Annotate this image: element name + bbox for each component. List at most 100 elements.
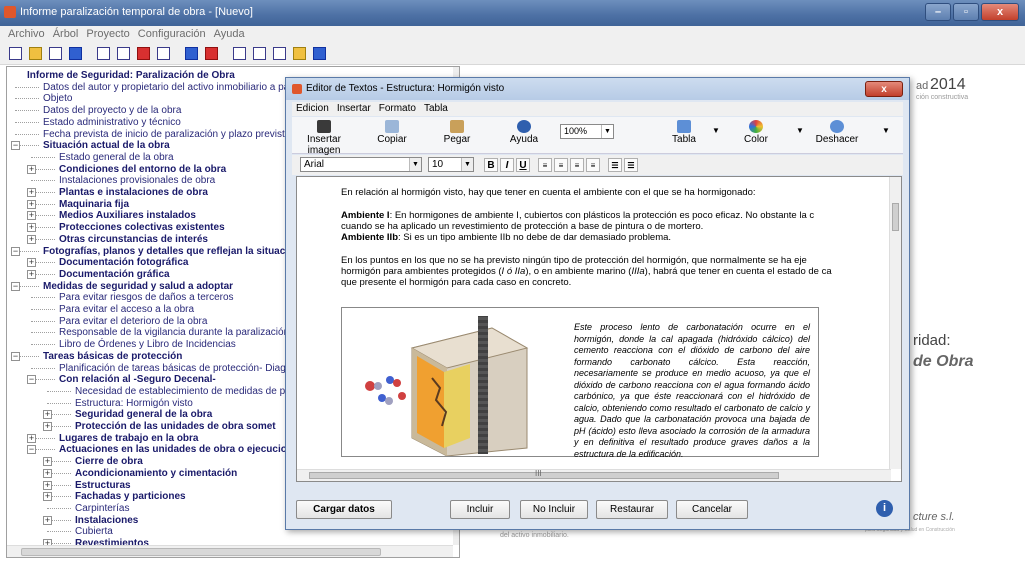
collapse-icon[interactable]: −	[11, 246, 20, 256]
new-icon[interactable]	[6, 45, 24, 63]
ambient-1-paragraph: Ambiente I: En hormigones de ambiente I,…	[341, 210, 886, 221]
collapse-icon[interactable]: −	[27, 375, 36, 385]
expand-icon[interactable]: +	[43, 492, 52, 502]
menu-edicion[interactable]: Edicion	[292, 102, 333, 116]
print-icon[interactable]	[94, 45, 112, 63]
font-size-dropdown-icon[interactable]: ▼	[461, 158, 473, 171]
save-icon[interactable]	[66, 45, 84, 63]
tree-horizontal-scrollbar[interactable]	[7, 545, 453, 557]
undo-dropdown-icon[interactable]: ▼	[882, 126, 890, 135]
numbered-list-icon[interactable]: ☰	[608, 158, 622, 172]
justify-icon[interactable]: ≡	[586, 158, 600, 172]
collapse-icon[interactable]: −	[11, 281, 20, 291]
copy-button[interactable]: Copiar	[372, 119, 412, 152]
expand-icon[interactable]: +	[27, 433, 36, 443]
expand-icon[interactable]: +	[27, 258, 36, 268]
color-dropdown-icon[interactable]: ▼	[796, 126, 804, 135]
help-button[interactable]: Ayuda	[504, 119, 544, 152]
minimize-button[interactable]: –	[925, 3, 951, 21]
menu-ayuda[interactable]: Ayuda	[210, 26, 249, 43]
editor-horizontal-scrollbar[interactable]: III	[297, 469, 891, 481]
expand-icon[interactable]: +	[43, 422, 52, 431]
expand-icon[interactable]: +	[43, 457, 52, 467]
main-title-bar[interactable]: Informe paralización temporal de obra - …	[0, 0, 1025, 26]
expand-icon[interactable]: +	[27, 188, 36, 197]
restore-button[interactable]: Restaurar	[596, 500, 668, 519]
info-icon[interactable]: i	[876, 500, 893, 517]
expand-icon[interactable]: +	[27, 211, 36, 221]
collapse-icon[interactable]: −	[27, 445, 36, 455]
find-icon[interactable]	[114, 45, 132, 63]
expand-icon[interactable]: +	[43, 480, 52, 490]
undo-label: Deshacer	[815, 134, 859, 145]
expand-icon[interactable]: +	[27, 199, 36, 209]
menu-insertar[interactable]: Insertar	[333, 102, 375, 116]
expand-icon[interactable]: +	[27, 269, 36, 279]
editor-vertical-scrollbar[interactable]	[889, 177, 901, 469]
tree-scroll-thumb[interactable]	[21, 548, 381, 556]
expand-icon[interactable]: +	[27, 164, 36, 174]
open-icon[interactable]	[26, 45, 44, 63]
main-menu-bar: Archivo Árbol Proyecto Configuración Ayu…	[0, 26, 1025, 43]
menu-archivo[interactable]: Archivo	[4, 26, 49, 43]
collapse-icon[interactable]: −	[11, 351, 20, 361]
font-dropdown-icon[interactable]: ▼	[409, 158, 421, 171]
image-icon[interactable]	[290, 45, 308, 63]
properties-icon[interactable]	[154, 45, 172, 63]
bullet-list-icon[interactable]: ☰	[624, 158, 638, 172]
editor-horizontal-thumb[interactable]	[309, 472, 779, 479]
expand-icon[interactable]: +	[43, 410, 52, 420]
close-button[interactable]: x	[981, 3, 1019, 21]
color-button[interactable]: Color	[738, 119, 774, 152]
expand-all-icon[interactable]	[182, 45, 200, 63]
help-icon[interactable]	[310, 45, 328, 63]
paste-button[interactable]: Pegar	[437, 119, 477, 152]
load-data-button[interactable]: Cargar datos	[296, 500, 392, 519]
cancel-button[interactable]: Cancelar	[676, 500, 748, 519]
menu-tabla[interactable]: Tabla	[420, 102, 452, 116]
collapse-icon[interactable]: −	[11, 141, 20, 151]
dialog-title-bar[interactable]: Editor de Textos - Estructura: Hormigón …	[286, 78, 909, 100]
color-label: Color	[744, 134, 768, 145]
editor-vertical-thumb[interactable]	[892, 203, 899, 231]
cover-year-prefix: ad	[916, 80, 929, 92]
table-dropdown-icon[interactable]: ▼	[712, 126, 720, 135]
edit-icon[interactable]	[230, 45, 248, 63]
window-controls: – ▫ x	[925, 3, 1019, 21]
expand-icon[interactable]: +	[27, 223, 36, 233]
open-folder-icon[interactable]	[46, 45, 64, 63]
text-editor-area[interactable]: En relación al hormigón visto, hay que t…	[296, 176, 902, 482]
cover-footer-text: del activo inmobiliario.	[500, 532, 569, 539]
undo-button[interactable]: Deshacer	[812, 119, 862, 152]
align-left-icon[interactable]: ≡	[538, 158, 552, 172]
report-icon[interactable]	[270, 45, 288, 63]
expand-icon[interactable]: +	[27, 234, 36, 244]
dialog-close-button[interactable]: x	[865, 81, 903, 97]
include-button[interactable]: Incluir	[450, 500, 510, 519]
document-icon[interactable]	[250, 45, 268, 63]
dialog-app-icon	[292, 84, 302, 94]
menu-formato[interactable]: Formato	[375, 102, 420, 116]
protection-text-b: ), o en ambiente marino (	[525, 266, 632, 277]
align-right-icon[interactable]: ≡	[570, 158, 584, 172]
insert-image-button[interactable]: Insertar imagen	[294, 119, 354, 156]
expand-icon[interactable]: +	[43, 468, 52, 478]
protection-paragraph-line2: hormigón para ambientes protegidos (I ó …	[341, 266, 886, 277]
bold-button[interactable]: B	[484, 158, 498, 172]
font-size-select[interactable]: 10 ▼	[428, 157, 474, 172]
align-center-icon[interactable]: ≡	[554, 158, 568, 172]
not-include-button[interactable]: No Incluir	[520, 500, 588, 519]
menu-arbol[interactable]: Árbol	[49, 26, 83, 43]
table-button[interactable]: Tabla	[666, 119, 702, 152]
font-select[interactable]: Arial ▼	[300, 157, 422, 172]
menu-proyecto[interactable]: Proyecto	[82, 26, 133, 43]
maximize-button[interactable]: ▫	[953, 3, 979, 21]
delete-icon[interactable]	[134, 45, 152, 63]
italic-button[interactable]: I	[500, 158, 514, 172]
zoom-select[interactable]: 100% ▼	[560, 124, 614, 139]
collapse-all-icon[interactable]	[202, 45, 220, 63]
expand-icon[interactable]: +	[43, 515, 52, 525]
menu-configuracion[interactable]: Configuración	[134, 26, 210, 43]
underline-button[interactable]: U	[516, 158, 530, 172]
zoom-dropdown-icon[interactable]: ▼	[601, 125, 613, 138]
